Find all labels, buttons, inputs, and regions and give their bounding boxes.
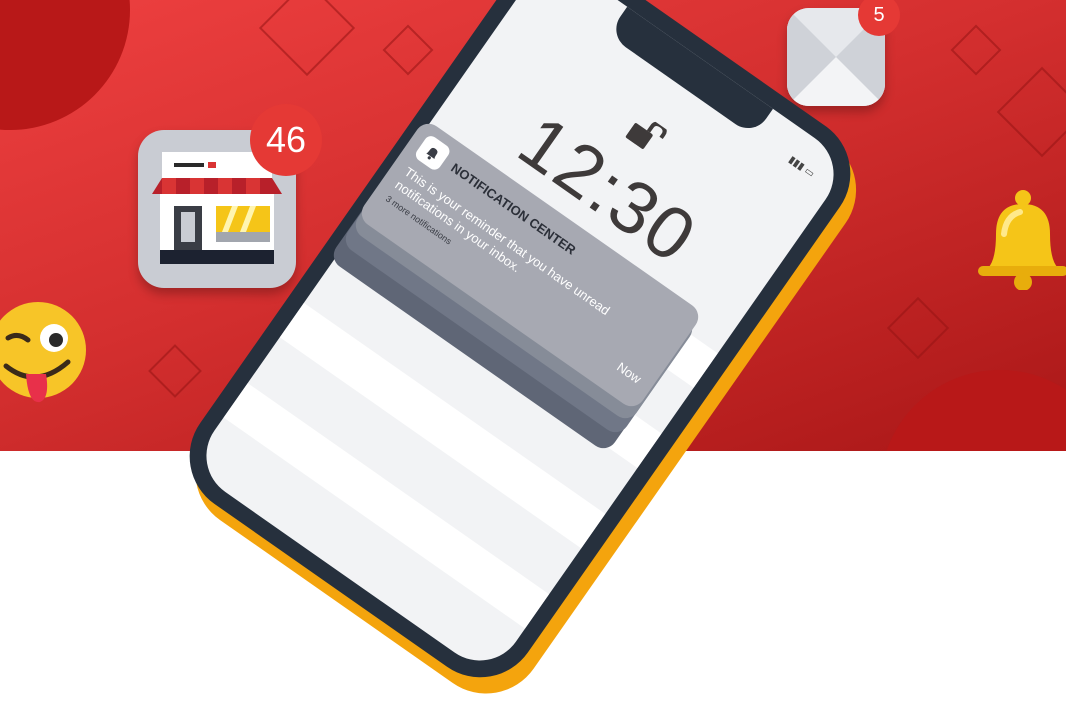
- shop-badge: 46: [250, 104, 322, 176]
- decorative-circle: [0, 0, 130, 130]
- decorative-circle: [880, 370, 1066, 451]
- winking-face-with-tongue-icon: [0, 302, 86, 403]
- decorative-diamond: [886, 296, 950, 360]
- decorative-diamond: [148, 344, 202, 398]
- bell-icon: [978, 190, 1066, 290]
- notification-app-icon: [413, 133, 453, 173]
- decorative-diamond: [996, 66, 1066, 158]
- shop-badge-count: 46: [265, 119, 307, 160]
- decorative-diamond: [382, 24, 434, 76]
- mail-badge-count: 5: [873, 3, 885, 26]
- unlocked-padlock-icon: [625, 121, 667, 149]
- bell-icon: [426, 147, 438, 160]
- notification-time: Now: [614, 359, 645, 387]
- decorative-diamond: [950, 24, 1002, 76]
- decorative-diamond: [258, 0, 356, 77]
- status-bar: ▮▮▮ ▭: [786, 154, 817, 180]
